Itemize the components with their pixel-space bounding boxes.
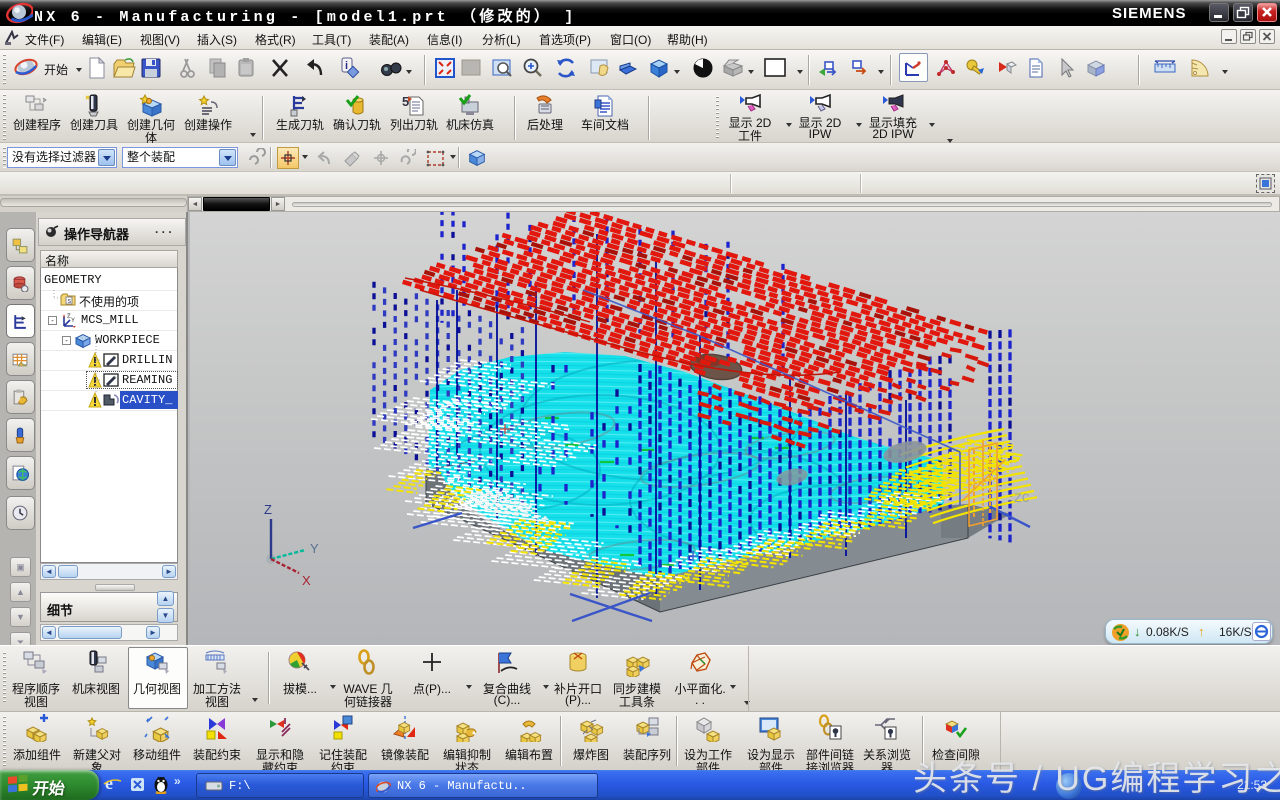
svg-text:Z: Z: [264, 502, 272, 517]
svg-text:ZC: ZC: [1014, 491, 1030, 506]
svg-text:i: i: [345, 60, 348, 72]
svg-text:X: X: [302, 573, 311, 588]
svg-text:Y: Y: [310, 541, 319, 556]
